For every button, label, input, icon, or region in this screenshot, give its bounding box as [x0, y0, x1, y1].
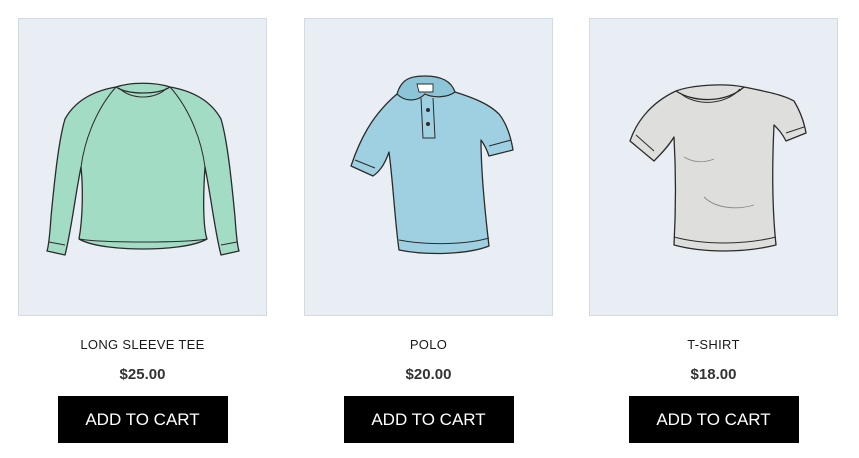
product-price: $18.00	[690, 366, 737, 383]
product-card-polo: POLO $20.00 ADD TO CART	[304, 18, 553, 443]
product-price: $25.00	[119, 366, 166, 383]
product-image-t-shirt[interactable]	[589, 18, 838, 316]
add-to-cart-button[interactable]: ADD TO CART	[628, 396, 799, 443]
product-grid: LONG SLEEVE TEE $25.00 ADD TO CART POLO …	[0, 0, 859, 458]
product-image-long-sleeve-tee[interactable]	[18, 18, 267, 316]
product-card-long-sleeve-tee: LONG SLEEVE TEE $25.00 ADD TO CART	[18, 18, 267, 443]
t-shirt-icon	[628, 84, 807, 252]
product-card-t-shirt: T-SHIRT $18.00 ADD TO CART	[589, 18, 838, 443]
product-title[interactable]: T-SHIRT	[589, 337, 838, 353]
product-price: $20.00	[405, 366, 452, 383]
add-to-cart-button[interactable]: ADD TO CART	[343, 396, 514, 443]
product-image-polo[interactable]	[304, 18, 553, 316]
product-title[interactable]: POLO	[304, 337, 553, 353]
polo-shirt-icon	[349, 75, 514, 255]
long-sleeve-tee-icon	[45, 82, 240, 256]
add-to-cart-button[interactable]: ADD TO CART	[57, 396, 228, 443]
product-title[interactable]: LONG SLEEVE TEE	[18, 337, 267, 353]
